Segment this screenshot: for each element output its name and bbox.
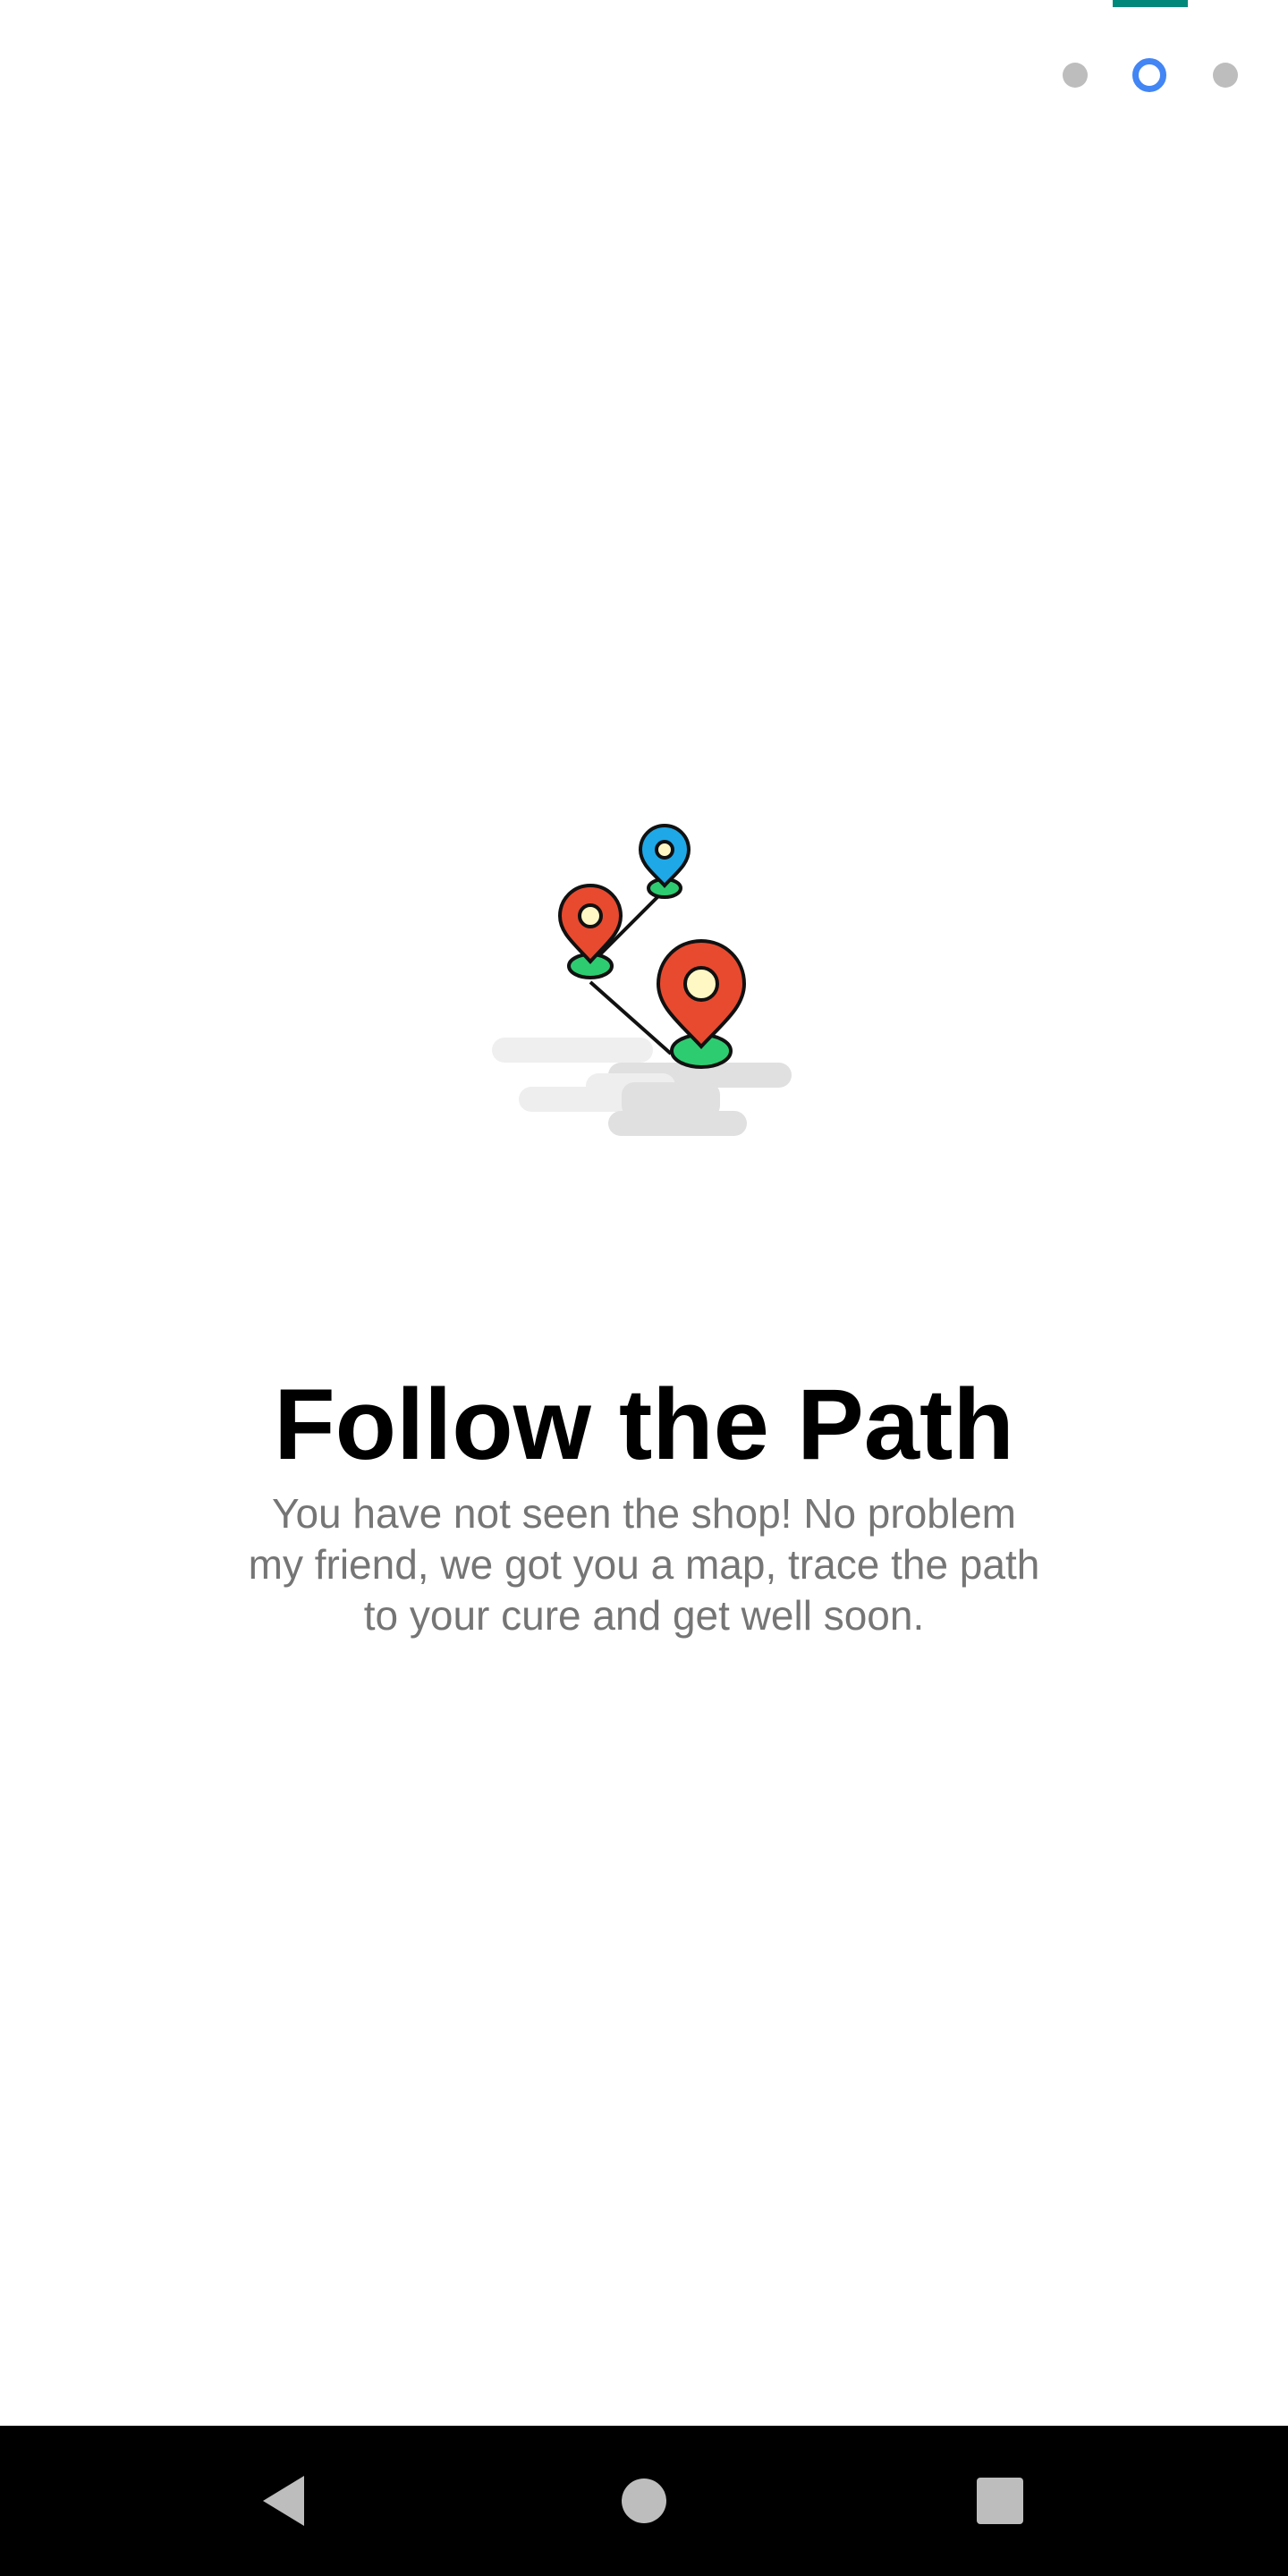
home-button[interactable] [564,2426,724,2576]
cloud-shapes [492,1038,792,1136]
onboarding-screen: Follow the Path You have not seen the sh… [0,0,1288,2576]
system-navigation-bar [0,2426,1288,2576]
home-circle-icon [622,2479,666,2523]
back-triangle-icon [263,2476,304,2526]
back-button[interactable] [204,2426,365,2576]
map-path-pins-icon [492,823,792,1136]
onboarding-title: Follow the Path [274,1368,1014,1480]
top-accent-bar [1113,0,1188,7]
recents-square-icon [977,2478,1023,2524]
red-pin-icon [557,883,623,979]
page-dot-3[interactable] [1213,63,1238,88]
blue-pin-icon [638,823,691,899]
recents-button[interactable] [919,2426,1080,2576]
destination-pin-icon [656,938,747,1069]
onboarding-description: You have not seen the shop! No problem m… [248,1490,1040,1639]
page-dot-1[interactable] [1063,63,1088,88]
page-dot-2-active[interactable] [1132,58,1166,92]
